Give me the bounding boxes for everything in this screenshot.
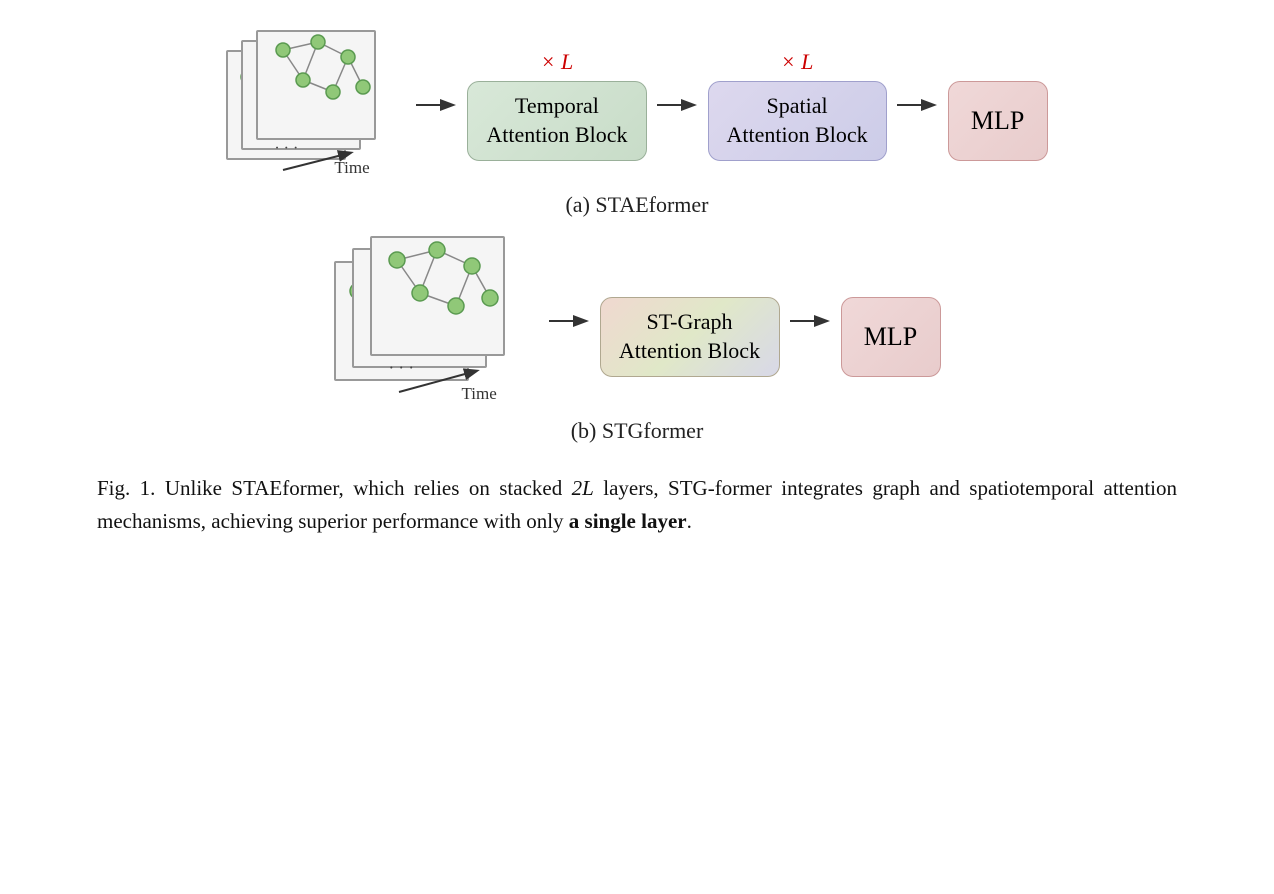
temporal-attention-block: TemporalAttention Block bbox=[467, 81, 646, 161]
spatial-block-text: SpatialAttention Block bbox=[727, 92, 868, 149]
stgraph-attention-block: ST-GraphAttention Block bbox=[600, 297, 780, 377]
fig-2l: 2L bbox=[572, 476, 594, 500]
mlp-block-a: MLP bbox=[948, 81, 1048, 161]
arrow-to-temporal bbox=[414, 93, 459, 117]
mlp-a-wrapper: MLP bbox=[948, 49, 1048, 161]
arrow-temporal-to-spatial bbox=[655, 93, 700, 117]
graph-stack-b: · · · Time bbox=[334, 236, 534, 406]
diagram-b-row: · · · Time bbox=[334, 236, 941, 406]
temporal-block-text: TemporalAttention Block bbox=[486, 92, 627, 149]
mlp-a-label: MLP bbox=[971, 106, 1024, 136]
times-label-spatial: × L bbox=[781, 49, 814, 77]
stgraph-block-wrapper: ST-GraphAttention Block bbox=[600, 265, 780, 377]
diagram-b-section: · · · Time bbox=[60, 236, 1214, 444]
stgraph-spacer bbox=[687, 265, 693, 293]
mlp-block-b: MLP bbox=[841, 297, 941, 377]
times-label-temporal: × L bbox=[541, 49, 574, 77]
figure-caption: Fig. 1. Unlike STAEformer, which relies … bbox=[87, 472, 1187, 537]
mlp-b-spacer bbox=[888, 265, 894, 293]
diagram-a-section: · · · Time bbox=[60, 30, 1214, 218]
diagram-a-row: · · · Time bbox=[226, 30, 1047, 180]
caption-a: (a) STAEformer bbox=[565, 192, 708, 218]
time-label-a: Time bbox=[334, 158, 369, 178]
fig-bold: a single layer bbox=[569, 509, 687, 533]
caption-b: (b) STGformer bbox=[571, 418, 704, 444]
stgraph-block-text: ST-GraphAttention Block bbox=[619, 308, 760, 365]
graph-frame-front-a bbox=[256, 30, 376, 140]
main-container: · · · Time bbox=[0, 0, 1274, 894]
mlp-b-wrapper: MLP bbox=[841, 265, 941, 377]
mlp-a-spacer bbox=[995, 49, 1001, 77]
spatial-block-wrapper: × L SpatialAttention Block bbox=[708, 49, 887, 161]
graph-frame-front-b bbox=[370, 236, 505, 356]
fig-prefix: Fig. 1. Unlike STAEformer, which relies … bbox=[97, 476, 572, 500]
temporal-block-wrapper: × L TemporalAttention Block bbox=[467, 49, 646, 161]
fig-suffix: . bbox=[687, 509, 692, 533]
arrow-stgraph-to-mlp bbox=[788, 309, 833, 333]
graph-stack-a: · · · Time bbox=[226, 30, 401, 180]
arrow-to-stgraph bbox=[547, 309, 592, 333]
time-label-b: Time bbox=[462, 384, 497, 404]
mlp-b-label: MLP bbox=[864, 322, 917, 352]
spatial-attention-block: SpatialAttention Block bbox=[708, 81, 887, 161]
arrow-spatial-to-mlp-a bbox=[895, 93, 940, 117]
